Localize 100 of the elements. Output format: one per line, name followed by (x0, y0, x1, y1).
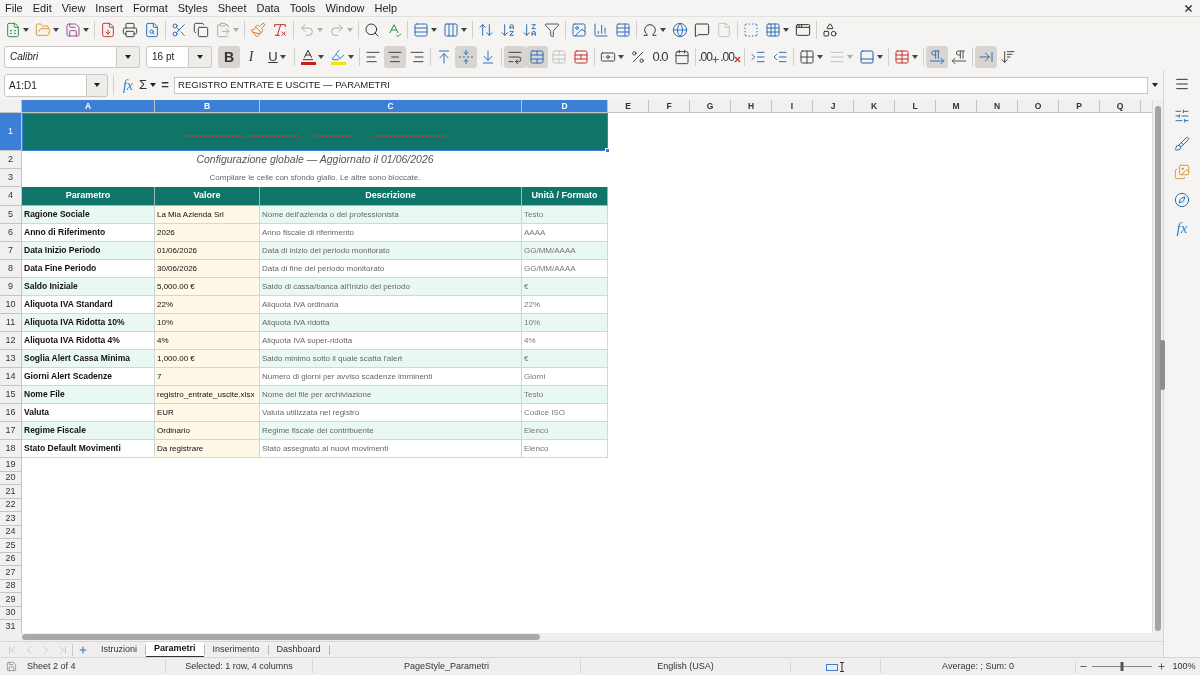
formula-button[interactable]: = (158, 74, 173, 96)
row-header[interactable]: 8 (0, 260, 22, 278)
menu-item[interactable]: File (5, 2, 23, 14)
row-header[interactable]: 14 (0, 368, 22, 386)
formula-input-field[interactable]: REGISTRO ENTRATE E USCITE — PARAMETRI (174, 76, 1148, 94)
menu-item[interactable]: Window (325, 2, 365, 14)
column-header[interactable]: D (522, 100, 608, 113)
column-header[interactable]: P (1059, 100, 1100, 113)
selection-info-text: Selected: 1 row, 4 columns (185, 659, 293, 673)
row-header[interactable]: 11 (0, 314, 22, 332)
row-header[interactable]: 4 (0, 187, 22, 206)
row-header[interactable]: 10 (0, 296, 22, 314)
underline-button[interactable]: U (262, 45, 292, 68)
row-header[interactable]: 29 (0, 593, 22, 607)
font-size-field[interactable]: 16 pt (146, 45, 189, 68)
parameter-cell: Soglia Alert Cassa Minima (22, 350, 155, 368)
column-header[interactable]: J (813, 100, 854, 113)
scrollbar-thumb[interactable] (1155, 106, 1161, 631)
menu-item[interactable]: Insert (95, 2, 123, 14)
column-header[interactable]: H (731, 100, 772, 113)
add-decimal-place-button[interactable]: .00 (698, 45, 720, 68)
column-header[interactable]: N (977, 100, 1018, 113)
column-header[interactable]: K (854, 100, 895, 113)
column-header[interactable]: E (608, 100, 649, 113)
row-header[interactable]: 1 (0, 113, 22, 151)
unit-cell: Testo (522, 206, 608, 224)
parameter-cell: Aliquota IVA Standard (22, 296, 155, 314)
menu-item[interactable]: Tools (289, 2, 316, 14)
column-header[interactable]: L (895, 100, 936, 113)
row-header[interactable]: 25 (0, 539, 22, 553)
row-header[interactable]: 12 (0, 332, 22, 350)
menu-item[interactable]: Data (256, 2, 280, 14)
name-box-dropdown-button[interactable] (87, 73, 108, 97)
row-header[interactable]: 16 (0, 404, 22, 422)
functions-button[interactable]: fx (1170, 218, 1194, 238)
row-header[interactable]: 21 (0, 485, 22, 499)
menu-item[interactable]: Edit (32, 2, 52, 14)
description-cell: Valuta utilizzata nel registro (260, 404, 522, 422)
column-header[interactable]: O (1018, 100, 1059, 113)
column-header[interactable]: B (155, 100, 260, 113)
sheet-tab[interactable]: Inserimento (204, 641, 268, 658)
row-header[interactable]: 23 (0, 512, 22, 526)
row-header[interactable]: 2 (0, 151, 22, 169)
column-header[interactable]: C (260, 100, 522, 113)
sort-z-a-icon (522, 22, 538, 38)
row-header[interactable]: 7 (0, 242, 22, 260)
row-header[interactable]: 17 (0, 422, 22, 440)
font-name-field[interactable]: Calibri (4, 45, 117, 68)
sidebar-resize-handle[interactable] (1160, 340, 1165, 390)
row-header[interactable]: 15 (0, 386, 22, 404)
column-header[interactable]: F (649, 100, 690, 113)
sum-button[interactable]: Σ (137, 74, 159, 96)
name-box-field[interactable]: A1:D1 (4, 73, 87, 97)
menu-item[interactable]: View (61, 2, 86, 14)
bold-button[interactable]: B (218, 45, 240, 68)
column-header[interactable]: Q (1100, 100, 1141, 113)
menu-item[interactable]: Sheet (217, 2, 247, 14)
scrollbar-thumb[interactable] (22, 634, 540, 640)
fill-handle[interactable] (605, 148, 610, 153)
zoom-in-button[interactable] (1156, 660, 1166, 673)
italic-button[interactable]: I (240, 45, 262, 68)
zoom-slider-thumb[interactable] (1120, 662, 1124, 671)
row-header[interactable]: 18 (0, 440, 22, 458)
function-wizard-button[interactable]: fx (119, 74, 137, 96)
font-name-dropdown-button[interactable] (117, 45, 140, 68)
horizontal-scrollbar[interactable] (0, 633, 1163, 641)
sheet-tab[interactable]: Dashboard (268, 641, 329, 658)
font-size-dropdown-button[interactable] (189, 45, 212, 68)
column-header[interactable]: I (772, 100, 813, 113)
column-header[interactable]: A (22, 100, 155, 113)
menu-item[interactable]: Format (132, 2, 168, 14)
row-header[interactable]: 31 (0, 620, 22, 633)
column-header[interactable]: G (690, 100, 731, 113)
column-header[interactable]: M (936, 100, 977, 113)
unit-cell: Testo (522, 386, 608, 404)
selection-mode-icon[interactable] (825, 661, 846, 672)
number-format-button[interactable]: 0.0 (649, 45, 671, 68)
center-vertically-button[interactable] (455, 45, 477, 68)
menu-item[interactable]: Help (374, 2, 398, 14)
sheet-tab[interactable]: Istruzioni (93, 641, 145, 658)
row-header[interactable]: 3 (0, 169, 22, 187)
undo-arrow-icon (299, 22, 315, 38)
unit-cell: 4% (522, 332, 608, 350)
row-header[interactable]: 19 (0, 458, 22, 472)
left-to-right-button[interactable] (926, 45, 948, 68)
text-left-to-right-button[interactable] (975, 45, 997, 68)
delete-decimal-place-button[interactable]: .00 (720, 45, 742, 68)
zoom-percentage-text[interactable]: 100% (1172, 659, 1196, 674)
wrap-text-button[interactable] (504, 45, 526, 68)
row-header[interactable]: 5 (0, 206, 22, 224)
row-header[interactable]: 9 (0, 278, 22, 296)
merge-and-center-button[interactable] (526, 45, 548, 68)
row-header[interactable]: 13 (0, 350, 22, 368)
language-text[interactable]: English (USA) (657, 659, 714, 674)
row-header[interactable]: 27 (0, 566, 22, 580)
vertical-scrollbar[interactable] (1152, 100, 1163, 633)
row-header[interactable]: 6 (0, 224, 22, 242)
menu-item[interactable]: Styles (177, 2, 208, 14)
sheet-tab[interactable]: Parametri (146, 641, 204, 658)
align-center-button[interactable] (384, 45, 406, 68)
